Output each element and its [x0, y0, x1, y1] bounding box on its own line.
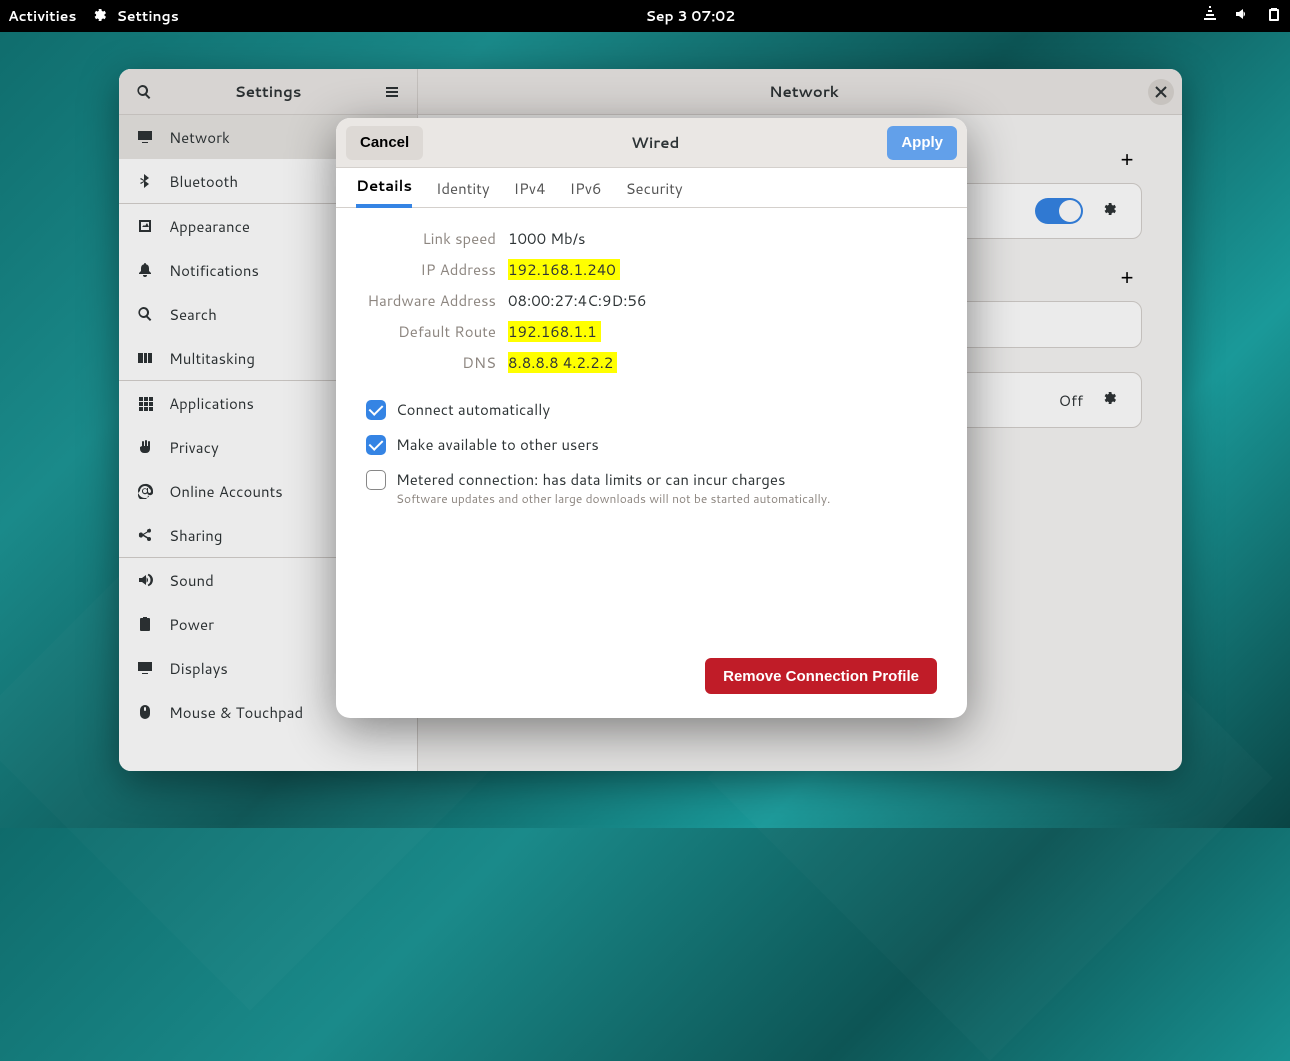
- tab-ipv6[interactable]: IPv6: [570, 178, 602, 207]
- metered-checkbox[interactable]: [366, 470, 386, 490]
- link-speed-label: Link speed: [366, 228, 496, 249]
- tab-ipv4[interactable]: IPv4: [514, 178, 546, 207]
- tab-details[interactable]: Details: [356, 175, 412, 208]
- network-status-icon[interactable]: [1202, 6, 1218, 27]
- ip-value: 192.168.1.240: [508, 259, 620, 280]
- dns-label: DNS: [366, 352, 496, 373]
- activities-button[interactable]: Activities: [8, 6, 76, 26]
- gnome-topbar: Activities Settings Sep 3 07:02: [0, 0, 1290, 32]
- app-menu[interactable]: Settings: [92, 6, 178, 26]
- dialog-header: Cancel Wired Apply: [336, 118, 967, 168]
- remove-profile-button[interactable]: Remove Connection Profile: [705, 658, 937, 694]
- volume-status-icon[interactable]: [1234, 6, 1250, 27]
- share-label: Make available to other users: [396, 434, 599, 455]
- metered-label: Metered connection: has data limits or c…: [396, 469, 830, 490]
- route-label: Default Route: [366, 321, 496, 342]
- auto-connect-checkbox[interactable]: [366, 400, 386, 420]
- ip-label: IP Address: [366, 259, 496, 280]
- hw-label: Hardware Address: [366, 290, 496, 311]
- link-speed-value: 1000 Mb/s: [508, 228, 937, 249]
- metered-sub: Software updates and other large downloa…: [396, 490, 830, 507]
- wired-dialog: Cancel Wired Apply Details Identity IPv4 IP…: [336, 118, 967, 718]
- dialog-tabs: Details Identity IPv4 IPv6 Security: [336, 168, 967, 208]
- route-value: 192.168.1.1: [508, 321, 601, 342]
- share-checkbox[interactable]: [366, 435, 386, 455]
- gear-icon: [92, 8, 108, 24]
- dialog-body: Link speed 1000 Mb/s IP Address 192.168.…: [336, 208, 967, 658]
- share-row[interactable]: Make available to other users: [366, 434, 937, 455]
- tab-identity[interactable]: Identity: [436, 178, 490, 207]
- details-grid: Link speed 1000 Mb/s IP Address 192.168.…: [366, 228, 937, 373]
- app-menu-label: Settings: [116, 6, 178, 26]
- battery-status-icon[interactable]: [1266, 6, 1282, 27]
- metered-row[interactable]: Metered connection: has data limits or c…: [366, 469, 937, 507]
- auto-connect-row[interactable]: Connect automatically: [366, 399, 937, 420]
- clock[interactable]: Sep 3 07:02: [179, 6, 1202, 26]
- apply-button[interactable]: Apply: [887, 126, 957, 160]
- auto-connect-label: Connect automatically: [396, 399, 550, 420]
- hw-value: 08:00:27:4C:9D:56: [508, 290, 937, 311]
- dialog-title: Wired: [423, 132, 887, 153]
- tab-security[interactable]: Security: [626, 178, 683, 207]
- cancel-button[interactable]: Cancel: [346, 126, 423, 160]
- dns-value: 8.8.8.8 4.2.2.2: [508, 352, 617, 373]
